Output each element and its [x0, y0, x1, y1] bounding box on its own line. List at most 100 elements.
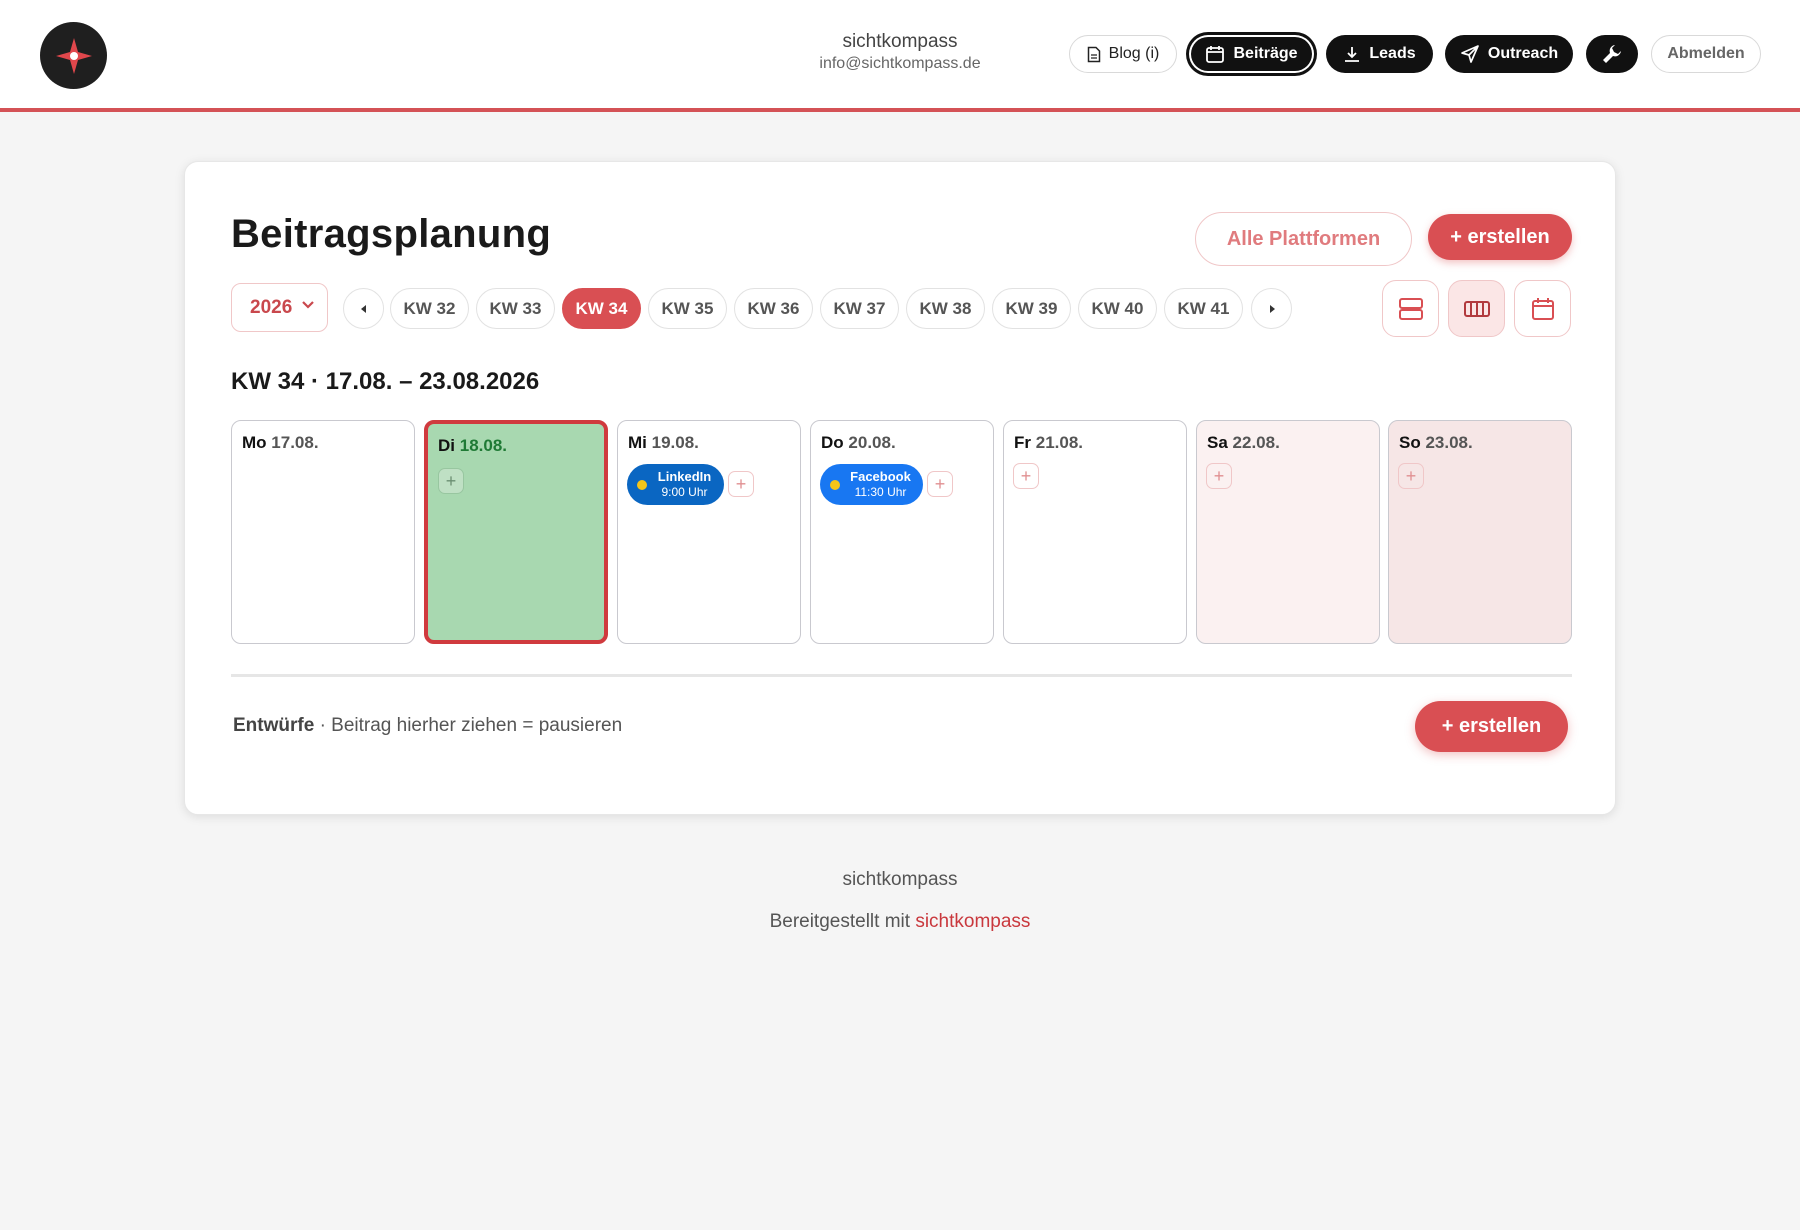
- top-header: sichtkompass info@sichtkompass.de Blog (…: [0, 0, 1800, 112]
- drafts-hint: · Beitrag hierher ziehen = pausieren: [319, 715, 623, 736]
- create-post-button[interactable]: + erstellen: [1428, 214, 1572, 260]
- week-tab[interactable]: KW 32: [390, 288, 469, 329]
- logo[interactable]: [40, 22, 107, 89]
- add-post-button[interactable]: +: [728, 471, 754, 497]
- calendar-icon: [1531, 297, 1554, 320]
- day-header: Mi 19.08.: [628, 433, 699, 453]
- week-tab-selected[interactable]: KW 34: [562, 288, 641, 329]
- add-post-button[interactable]: +: [1013, 463, 1039, 489]
- nav-outreach-button[interactable]: Outreach: [1445, 35, 1573, 73]
- week-tab[interactable]: KW 33: [476, 288, 555, 329]
- calendar-icon: [1206, 46, 1225, 63]
- post-time: 11:30 Uhr: [854, 485, 907, 499]
- add-post-button[interactable]: +: [1398, 463, 1424, 489]
- footer-brand: sichtkompass: [842, 869, 958, 890]
- weekday: Sa: [1207, 433, 1228, 452]
- nav-leads-button[interactable]: Leads: [1326, 35, 1433, 73]
- day-date: 18.08.: [459, 436, 507, 455]
- weekday: Mi: [628, 433, 647, 452]
- day-column-saturday[interactable]: Sa 22.08. +: [1196, 420, 1380, 644]
- post-platform: Facebook: [850, 469, 911, 484]
- day-header: Di 18.08.: [438, 436, 507, 456]
- user-email: info@sichtkompass.de: [819, 55, 981, 72]
- day-header: Fr 21.08.: [1014, 433, 1083, 453]
- create-draft-button[interactable]: + erstellen: [1415, 701, 1568, 752]
- weekday: Fr: [1014, 433, 1031, 452]
- week-range-label: KW 34 · 17.08. – 23.08.2026: [231, 368, 540, 395]
- weekday: So: [1399, 433, 1421, 452]
- view-week-button[interactable]: [1448, 280, 1505, 337]
- triangle-left-icon: [360, 304, 366, 313]
- next-week-button[interactable]: [1251, 288, 1292, 329]
- year-select[interactable]: 2026: [231, 283, 328, 332]
- week-tab[interactable]: KW 36: [734, 288, 813, 329]
- platform-filter-button[interactable]: Alle Plattformen: [1195, 212, 1412, 266]
- logout-label: Abmelden: [1667, 45, 1745, 62]
- drafts-dropzone[interactable]: Entwürfe · Beitrag hierher ziehen = paus…: [233, 715, 622, 737]
- view-list-button[interactable]: [1382, 280, 1439, 337]
- day-date: 21.08.: [1035, 433, 1083, 452]
- weekday: Di: [438, 436, 455, 455]
- weekday: Do: [821, 433, 844, 452]
- day-header: Mo 17.08.: [242, 433, 319, 453]
- day-column-sunday[interactable]: So 23.08. +: [1388, 420, 1572, 644]
- post-time: 9:00 Uhr: [661, 485, 708, 499]
- nav-posts-label: Beiträge: [1233, 45, 1298, 62]
- post-chip-linkedin[interactable]: LinkedIn 9:00 Uhr: [627, 464, 724, 505]
- day-column-wednesday[interactable]: Mi 19.08. LinkedIn 9:00 Uhr +: [617, 420, 801, 644]
- drafts-title: Entwürfe: [233, 715, 315, 736]
- chevron-down-icon: [302, 301, 314, 309]
- day-date: 17.08.: [271, 433, 319, 452]
- page-title: Beitragsplanung: [231, 212, 552, 256]
- day-date: 20.08.: [848, 433, 896, 452]
- day-column-friday[interactable]: Fr 21.08. +: [1003, 420, 1187, 644]
- day-column-monday[interactable]: Mo 17.08.: [231, 420, 415, 644]
- week-tab[interactable]: KW 41: [1164, 288, 1243, 329]
- post-platform: LinkedIn: [657, 469, 712, 484]
- status-dot: [637, 480, 647, 490]
- weekday: Mo: [242, 433, 267, 452]
- day-date: 22.08.: [1232, 433, 1280, 452]
- week-tab[interactable]: KW 39: [992, 288, 1071, 329]
- rows-icon: [1398, 297, 1423, 320]
- planner-card: Beitragsplanung Alle Plattformen + erste…: [184, 161, 1616, 815]
- view-month-button[interactable]: [1514, 280, 1571, 337]
- post-chip-text: LinkedIn 9:00 Uhr: [651, 469, 718, 500]
- day-header: Sa 22.08.: [1207, 433, 1280, 453]
- day-date: 19.08.: [651, 433, 699, 452]
- compass-star-icon: [55, 37, 92, 74]
- day-header: Do 20.08.: [821, 433, 896, 453]
- nav-tools-button[interactable]: [1586, 35, 1638, 73]
- nav-outreach-label: Outreach: [1487, 45, 1559, 62]
- user-name: sichtkompass: [842, 31, 958, 52]
- nav-leads-label: Leads: [1369, 45, 1416, 62]
- add-post-button[interactable]: +: [927, 471, 953, 497]
- footer-provided-by: Bereitgestellt mit: [769, 911, 911, 932]
- nav-blog-label: Blog (i): [1108, 45, 1160, 62]
- send-icon: [1461, 45, 1479, 63]
- nav-blog-button[interactable]: Blog (i): [1069, 35, 1177, 73]
- add-post-button[interactable]: +: [438, 468, 464, 494]
- prev-week-button[interactable]: [343, 288, 384, 329]
- triangle-right-icon: [1269, 304, 1275, 313]
- week-tab[interactable]: KW 37: [820, 288, 899, 329]
- logout-button[interactable]: Abmelden: [1651, 35, 1761, 73]
- add-post-button[interactable]: +: [1206, 463, 1232, 489]
- post-chip-text: Facebook 11:30 Uhr: [844, 469, 917, 500]
- day-column-thursday[interactable]: Do 20.08. Facebook 11:30 Uhr +: [810, 420, 994, 644]
- nav-posts-button[interactable]: Beiträge: [1189, 35, 1314, 73]
- year-value: 2026: [250, 296, 293, 318]
- divider: [231, 674, 1572, 677]
- day-date: 23.08.: [1425, 433, 1473, 452]
- user-info: sichtkompass info@sichtkompass.de: [800, 30, 1000, 74]
- wrench-icon: [1603, 45, 1621, 63]
- day-column-tuesday-today[interactable]: Di 18.08. +: [424, 420, 608, 644]
- week-tab[interactable]: KW 35: [648, 288, 727, 329]
- status-dot: [830, 480, 840, 490]
- columns-icon: [1463, 300, 1490, 317]
- week-tab[interactable]: KW 40: [1078, 288, 1157, 329]
- footer-link[interactable]: sichtkompass: [915, 911, 1030, 932]
- post-chip-facebook[interactable]: Facebook 11:30 Uhr: [820, 464, 923, 505]
- footer-credit: Bereitgestellt mit sichtkompass: [0, 911, 1800, 933]
- week-tab[interactable]: KW 38: [906, 288, 985, 329]
